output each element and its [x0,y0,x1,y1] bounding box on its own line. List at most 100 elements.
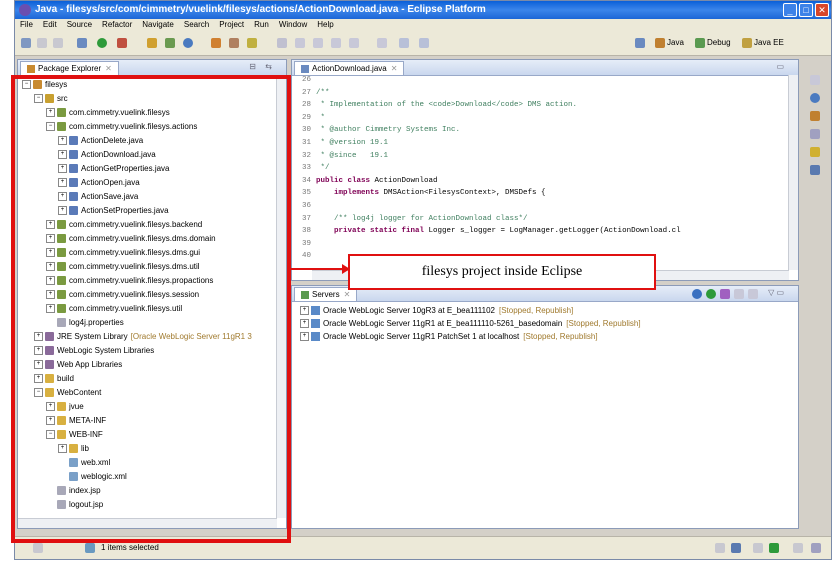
code-token: * @version 19.1 [316,139,389,147]
publish-icon[interactable] [748,289,758,299]
open-perspective-icon[interactable] [635,38,645,48]
tab-package-explorer[interactable]: Package Explorer ✕ [20,61,119,75]
debug-perspective-icon [695,38,705,48]
console-icon[interactable] [810,165,820,175]
eclipse-icon [19,4,31,16]
monitor-icon[interactable] [731,543,741,553]
code-token: */ [316,164,330,173]
code-token: * @since 19.1 [316,151,389,160]
outline-icon[interactable] [810,75,820,85]
back-icon[interactable] [399,38,409,48]
block-selection-icon[interactable] [313,38,323,48]
expand-toggle-icon[interactable]: + [300,319,309,329]
new-java-project-icon[interactable] [147,38,157,48]
network-icon[interactable] [811,543,821,553]
server-state: [Stopped, Republish] [566,319,641,328]
perspective-java-ee[interactable]: Java EE [742,38,784,48]
menu-window[interactable]: Window [274,19,312,29]
annotation-icon[interactable] [295,38,305,48]
code-line: * [316,113,326,122]
print-icon[interactable] [53,38,63,48]
close-icon[interactable]: ✕ [105,64,112,73]
line-number: 40 [301,252,311,261]
new-icon[interactable] [21,38,31,48]
perspective-debug[interactable]: Debug [695,38,731,48]
line-number: 26 [301,76,311,84]
menu-refactor[interactable]: Refactor [97,19,137,29]
editor-vertical-scrollbar[interactable] [788,75,798,270]
task-icon[interactable] [793,543,803,553]
declaration-icon[interactable] [810,147,820,157]
progress-icon[interactable] [753,543,763,553]
window-title: Java - filesys/src/com/cimmetry/vuelink/… [35,4,486,15]
menu-run[interactable]: Run [249,19,274,29]
menu-navigate[interactable]: Navigate [137,19,179,29]
server-row[interactable]: + Oracle WebLogic Server 11gR1 PatchSet 1… [300,332,598,342]
search-icon[interactable] [229,38,239,48]
menu-project[interactable]: Project [214,19,249,29]
new-package-icon[interactable] [165,38,175,48]
expand-toggle-icon[interactable]: + [300,306,309,316]
code-line: * @version 19.1 [316,139,389,147]
heap-icon[interactable] [715,543,725,553]
title-bar[interactable]: Java - filesys/src/com/cimmetry/vuelink/… [15,1,831,19]
server-row[interactable]: + Oracle WebLogic Server 10gR3 at E_bea11… [300,306,574,316]
show-whitespace-icon[interactable] [331,38,341,48]
server-row[interactable]: + Oracle WebLogic Server 11gR1 at E_bea11… [300,319,641,329]
forward-icon[interactable] [419,38,429,48]
hierarchy-icon[interactable] [810,93,820,103]
open-task-icon[interactable] [247,38,257,48]
problems-icon[interactable] [810,111,820,121]
server-state: [Stopped, Republish] [498,306,574,315]
javadoc-icon[interactable] [810,129,820,139]
code-token: private static final [316,227,429,236]
minimize-button[interactable]: _ [783,3,797,17]
menu-help[interactable]: Help [312,19,338,29]
link-editor-icon[interactable]: ⇆ [265,62,272,71]
start-server-icon[interactable] [706,289,716,299]
code-token: * [316,113,326,122]
server-name: Oracle WebLogic Server 11gR1 at E_bea111… [323,319,563,328]
next-annotation-icon[interactable] [349,38,359,48]
new-class-icon[interactable] [183,38,193,48]
tab-actiondownload-java[interactable]: ActionDownload.java ✕ [294,61,405,75]
open-type-icon[interactable] [211,38,221,48]
code-line: * @author Cimmetry Systems Inc. [316,126,461,135]
highlight-box [11,75,291,543]
close-icon[interactable]: ✕ [344,290,351,299]
collapse-all-icon[interactable]: ⊟ [249,62,256,71]
debug-server-icon[interactable] [692,289,702,299]
run-icon[interactable] [97,38,107,48]
menu-edit[interactable]: Edit [38,19,62,29]
minimize-maximize-icon[interactable]: ▭ [776,62,784,71]
toggle-mark-icon[interactable] [277,38,287,48]
external-tools-icon[interactable] [117,38,127,48]
code-token: DMSAction<FilesysContext>, DMSDefs { [383,189,546,198]
java-perspective-icon [655,38,665,48]
main-toolbar: Java Debug Java EE [15,33,831,56]
menu-search[interactable]: Search [179,19,214,29]
close-icon[interactable]: ✕ [391,64,398,73]
code-token: * @author Cimmetry Systems Inc. [316,126,461,135]
view-menu-icon[interactable]: ▽ ▭ [768,288,784,297]
server-icon [311,319,320,329]
line-number: 27 [301,88,311,97]
prev-annotation-icon[interactable] [377,38,387,48]
maximize-button[interactable]: □ [799,3,813,17]
menu-bar: File Edit Source Refactor Navigate Search Proj… [15,19,831,33]
perspective-java[interactable]: Java [655,38,684,48]
line-number: 31 [301,139,311,147]
expand-toggle-icon[interactable]: + [300,332,309,342]
profile-server-icon[interactable] [720,289,730,299]
menu-source[interactable]: Source [62,19,97,29]
menu-file[interactable]: File [15,19,38,29]
code-line: private static final Logger s_logger = L… [316,227,681,235]
servers-panel: Servers ✕ ▽ ▭ + Oracle WebLogic Server 10g… [291,285,799,529]
arrow-icon[interactable] [769,543,779,553]
debug-icon[interactable] [77,38,87,48]
save-icon[interactable] [37,38,47,48]
close-button[interactable]: ✕ [815,3,829,17]
stop-server-icon[interactable] [734,289,744,299]
java-ee-perspective-icon [742,38,752,48]
fast-view-icon[interactable] [33,543,43,553]
